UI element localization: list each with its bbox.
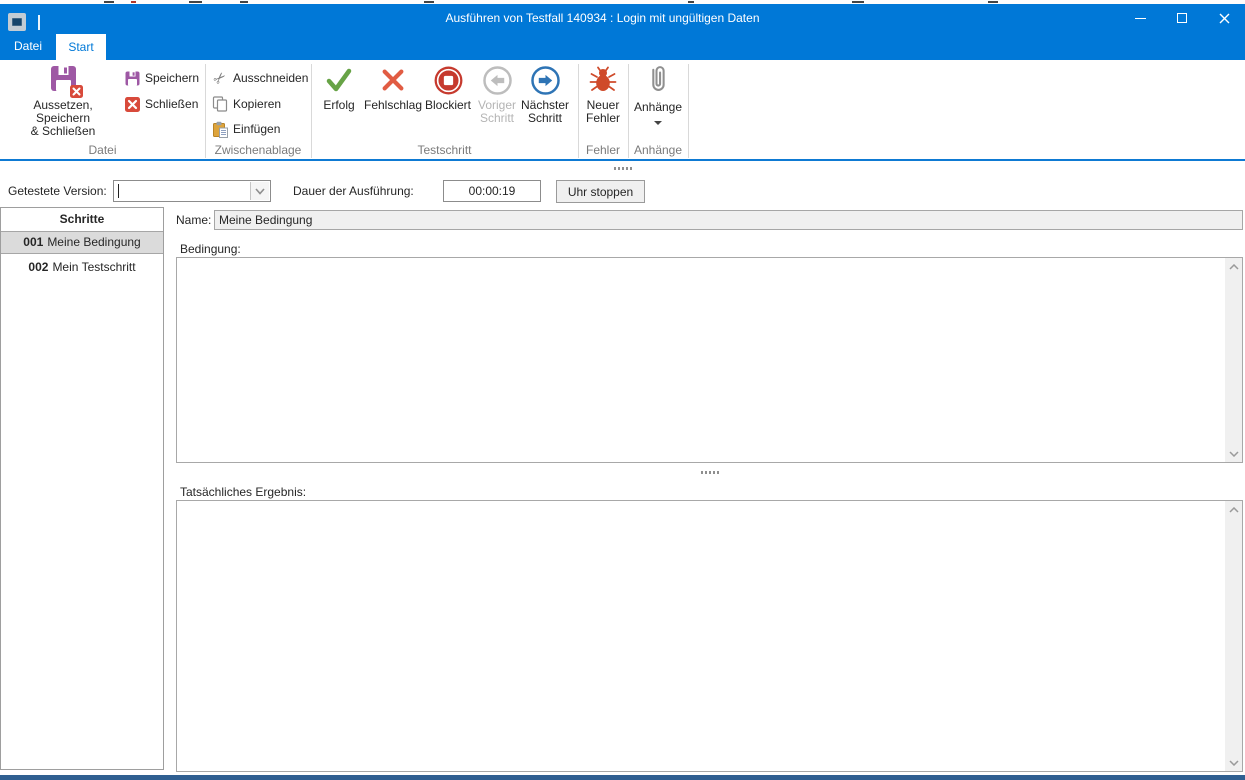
app-icon[interactable] <box>8 13 26 31</box>
text-caret <box>118 184 119 198</box>
steps-header: Schritte <box>1 208 163 231</box>
copy-label: Kopieren <box>233 97 281 111</box>
duration-input[interactable] <box>443 180 541 202</box>
actual-result-textarea[interactable] <box>176 500 1243 772</box>
checkmark-icon <box>325 62 353 98</box>
new-defect-label: Neuer Fehler <box>586 99 620 125</box>
group-separator <box>688 64 689 158</box>
cut-button[interactable]: ✂ Ausschneiden <box>212 68 308 88</box>
paste-label: Einfügen <box>233 122 280 136</box>
step-row-002[interactable]: 002Mein Testschritt <box>1 256 163 279</box>
previous-step-button: Voriger Schritt <box>472 62 522 142</box>
tested-version-combobox[interactable] <box>113 180 271 202</box>
paperclip-icon <box>643 62 673 100</box>
close-test-label: Schließen <box>145 97 198 111</box>
attachments-dropdown-icon[interactable] <box>654 121 662 125</box>
horizontal-splitter-handle[interactable] <box>614 167 634 170</box>
close-test-button[interactable]: Schließen <box>124 94 198 114</box>
step-row-001[interactable]: 001Meine Bedingung <box>1 231 163 254</box>
close-badge-icon <box>70 85 83 98</box>
group-label-testschritt: Testschritt <box>311 143 578 157</box>
duration-label: Dauer der Ausführung: <box>293 184 414 198</box>
paste-clipboard-icon <box>212 121 228 137</box>
copy-button[interactable]: Kopieren <box>212 94 281 114</box>
attachments-button[interactable]: Anhänge <box>630 62 686 142</box>
name-label: Name: <box>176 213 211 227</box>
attachments-label: Anhänge <box>634 101 682 114</box>
combobox-dropdown-button[interactable] <box>250 182 269 200</box>
group-label-datei: Datei <box>0 143 205 157</box>
blocked-button[interactable]: Blockiert <box>420 62 476 142</box>
cut-label: Ausschneiden <box>233 71 308 85</box>
scroll-down-icon[interactable] <box>1225 754 1242 771</box>
stop-circle-icon <box>433 62 464 98</box>
scroll-up-icon[interactable] <box>1225 501 1242 518</box>
tab-start[interactable]: Start <box>56 34 106 60</box>
quick-access-separator <box>38 15 40 30</box>
arrow-right-circle-icon <box>530 62 561 98</box>
new-defect-button[interactable]: Neuer Fehler <box>579 62 627 142</box>
condition-textarea[interactable] <box>176 257 1243 463</box>
group-label-anhaenge: Anhänge <box>628 143 688 157</box>
close-button[interactable] <box>1203 4 1245 32</box>
next-step-label: Nächster Schritt <box>521 99 569 125</box>
stop-clock-button[interactable]: Uhr stoppen <box>556 180 645 203</box>
success-button[interactable]: Erfolg <box>314 62 364 142</box>
success-label: Erfolg <box>323 99 354 112</box>
next-step-button[interactable]: Nächster Schritt <box>517 62 573 142</box>
group-label-zwischenablage: Zwischenablage <box>205 143 311 157</box>
window-bottom-border <box>0 775 1245 780</box>
close-icon <box>1219 13 1230 24</box>
group-label-fehler: Fehler <box>578 143 628 157</box>
actual-result-text[interactable] <box>177 501 1225 771</box>
blocked-label: Blockiert <box>425 99 471 112</box>
bug-icon <box>588 62 618 98</box>
condition-label: Bedingung: <box>180 242 241 256</box>
fail-button[interactable]: Fehlschlag <box>363 62 423 142</box>
condition-text[interactable] <box>177 258 1225 462</box>
test-execution-window: Ausführen von Testfall 140934 : Login mi… <box>0 0 1245 780</box>
fail-label: Fehlschlag <box>364 99 422 112</box>
maximize-button[interactable] <box>1161 4 1203 32</box>
actual-result-label: Tatsächliches Ergebnis: <box>180 485 306 499</box>
previous-step-label: Voriger Schritt <box>478 99 516 125</box>
scissors-icon: ✂ <box>212 70 228 86</box>
name-input[interactable] <box>214 210 1243 230</box>
steps-panel: Schritte 001Meine Bedingung 002Mein Test… <box>0 207 164 770</box>
actual-result-scrollbar[interactable] <box>1225 501 1242 771</box>
ribbon-tabrow: Datei Start <box>0 32 1245 60</box>
paste-button[interactable]: Einfügen <box>212 119 280 139</box>
window-title: Ausführen von Testfall 140934 : Login mi… <box>120 4 1085 32</box>
ribbon: Aussetzen, Speichern & Schließen Speiche… <box>0 60 1245 161</box>
condition-scrollbar[interactable] <box>1225 258 1242 462</box>
minimize-icon <box>1135 18 1146 19</box>
maximize-icon <box>1177 13 1187 23</box>
save-icon <box>124 70 140 86</box>
tab-datei[interactable]: Datei <box>6 32 50 60</box>
textarea-splitter-handle[interactable] <box>701 471 721 474</box>
close-red-icon <box>124 96 140 112</box>
save-button[interactable]: Speichern <box>124 68 199 88</box>
x-mark-icon <box>380 62 406 98</box>
scroll-up-icon[interactable] <box>1225 258 1242 275</box>
save-label: Speichern <box>145 71 199 85</box>
tested-version-label: Getestete Version: <box>8 184 107 198</box>
titlebar: Ausführen von Testfall 140934 : Login mi… <box>0 4 1245 32</box>
suspend-save-close-button[interactable]: Aussetzen, Speichern & Schließen <box>7 62 119 144</box>
suspend-save-close-label: Aussetzen, Speichern & Schließen <box>7 99 119 138</box>
scroll-down-icon[interactable] <box>1225 445 1242 462</box>
minimize-button[interactable] <box>1119 4 1161 32</box>
chevron-down-icon <box>255 188 265 195</box>
arrow-left-circle-icon <box>482 62 513 98</box>
copy-icon <box>212 96 228 112</box>
